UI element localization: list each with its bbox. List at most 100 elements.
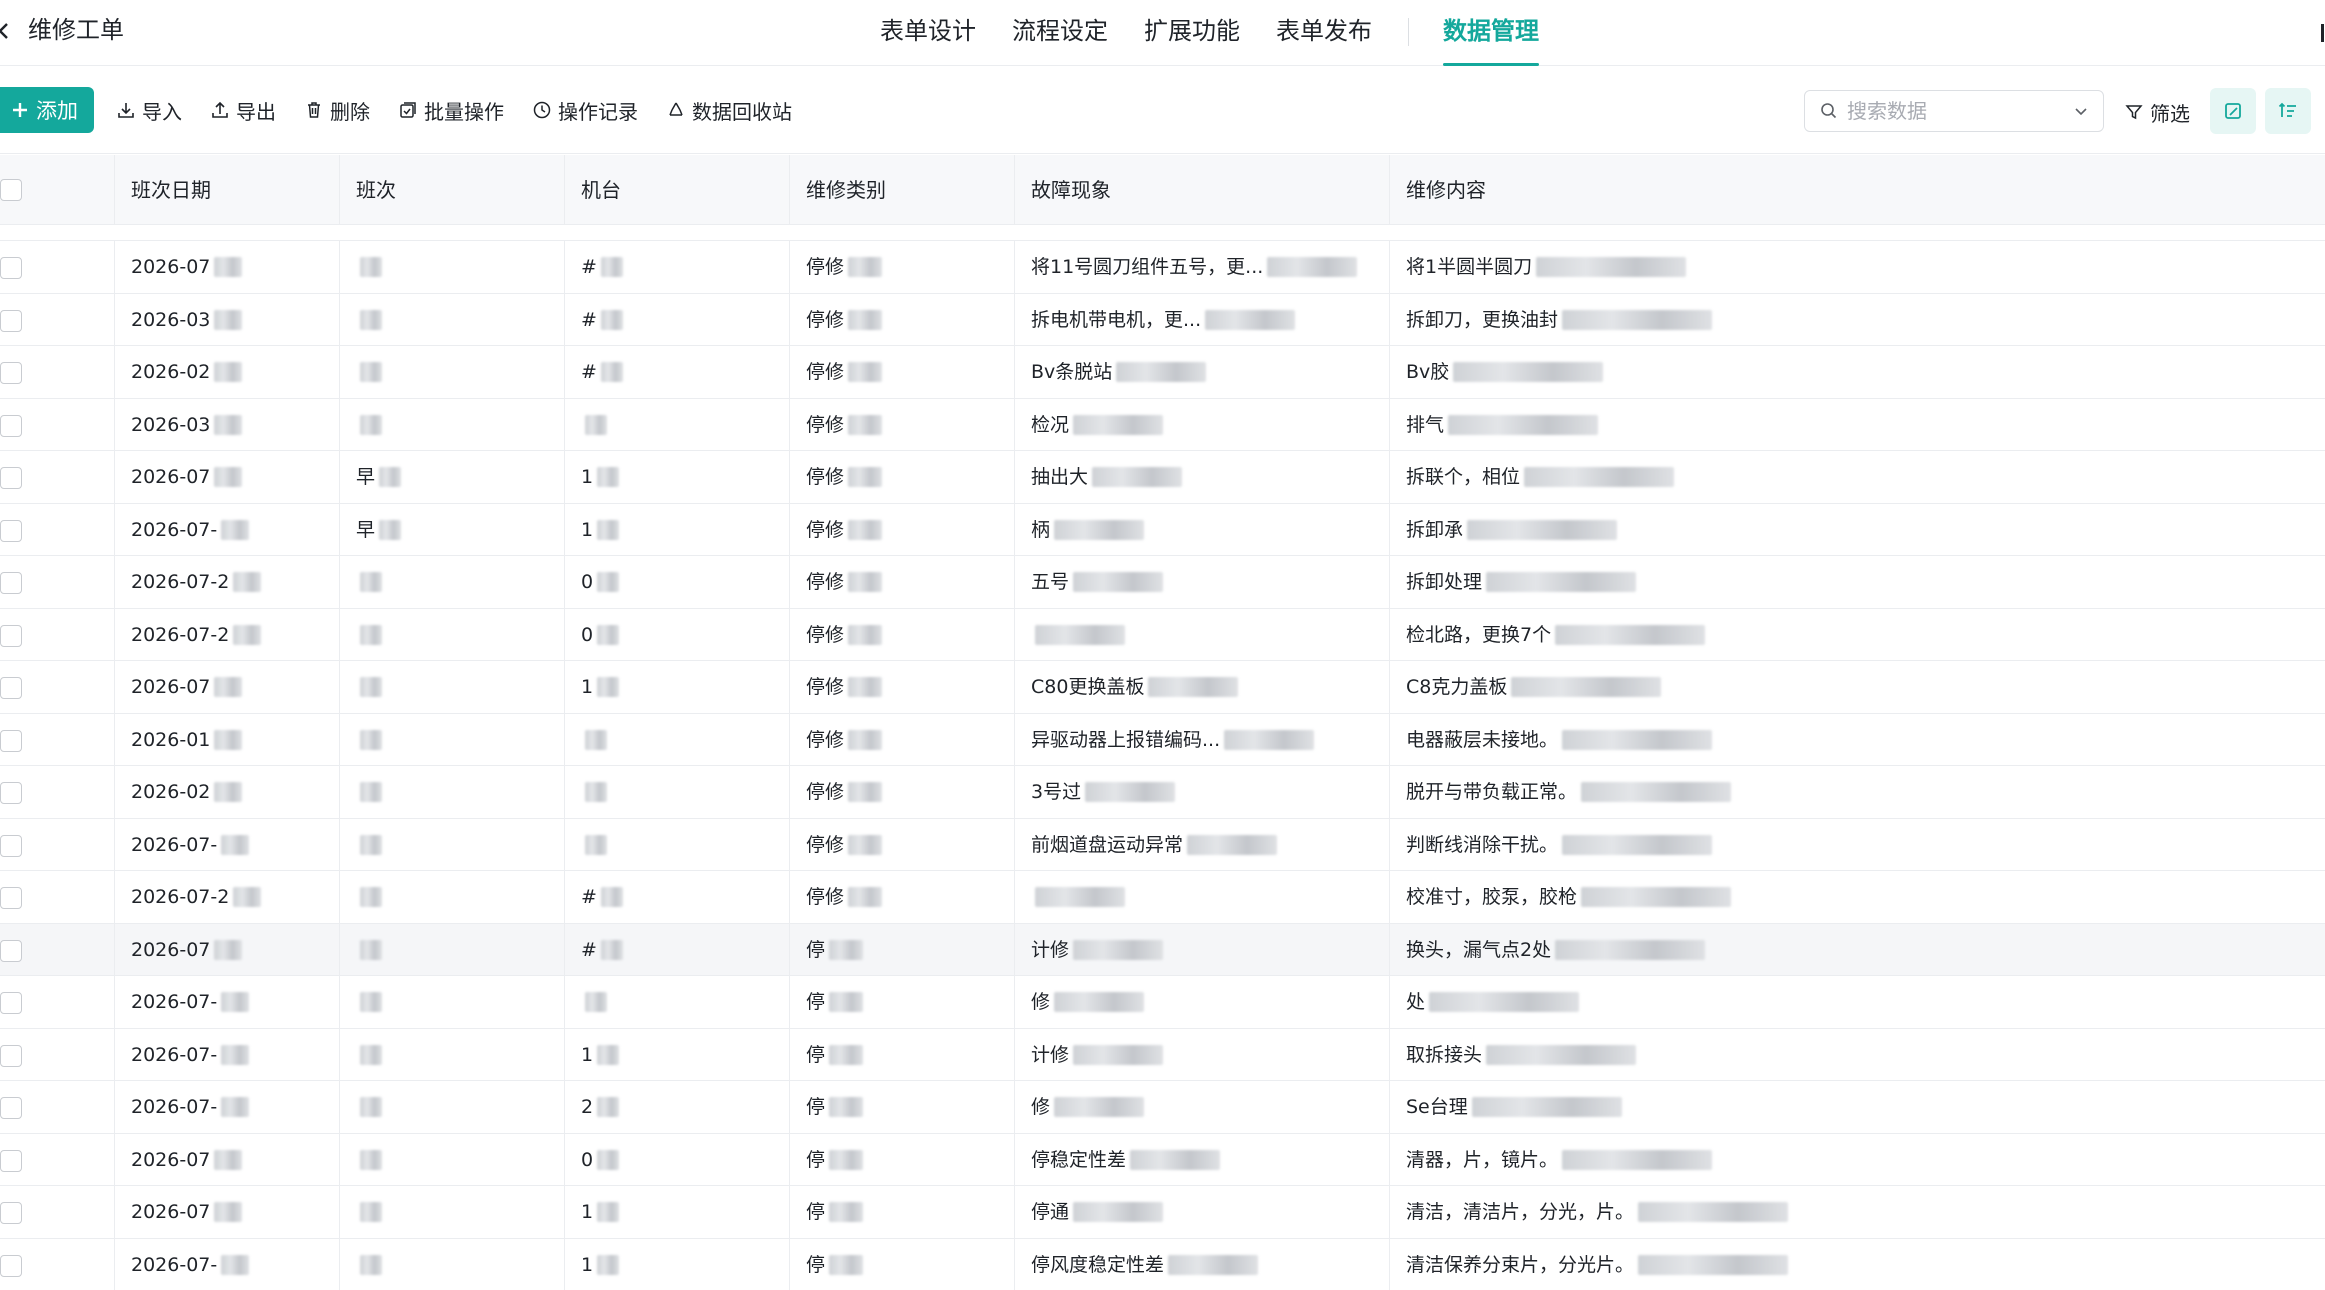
redaction-blur	[600, 887, 623, 907]
filter-button[interactable]: 筛选	[2124, 92, 2190, 132]
redaction-blur	[360, 572, 382, 592]
row-checkbox[interactable]	[0, 1254, 22, 1277]
table-row[interactable]: 2026-07 1 停 停通 清洁，清洁片，分光，片。	[0, 1186, 2325, 1239]
redaction-blur	[1486, 1044, 1637, 1065]
row-checkbox[interactable]	[0, 1044, 22, 1067]
row-checkbox[interactable]	[0, 834, 22, 857]
cell-content-text: Se台理	[1406, 1096, 1468, 1118]
tab-extensions[interactable]: 扩展功能	[1144, 0, 1240, 66]
cell-category-text: 停修	[806, 308, 845, 331]
table-row[interactable]: 2026-07-2 0 停修 五号 拆卸处理	[0, 556, 2325, 609]
table-row[interactable]: 2026-07 早 1 停修 抽出大 拆联个，相位	[0, 451, 2325, 504]
operation-log-button[interactable]: 操作记录	[532, 96, 638, 125]
table-row[interactable]: 2026-07 # 停修 将11号圆刀组件五号，更... 将1半圆半圆刀	[0, 241, 2325, 294]
redaction-blur	[597, 519, 620, 540]
row-index-cell	[36, 503, 115, 556]
table-row[interactable]: 2026-07- 停 修 处	[0, 976, 2325, 1029]
table-row[interactable]: 2026-07- 1 停 计修 取拆接头	[0, 1028, 2325, 1081]
row-checkbox[interactable]	[0, 572, 22, 594]
table-row[interactable]: 2026-07 # 停 计修 换头，漏气点2处	[0, 923, 2325, 976]
chevron-down-icon[interactable]	[2073, 103, 2089, 119]
redaction-blur	[848, 362, 883, 382]
row-checkbox[interactable]	[0, 1097, 22, 1119]
col-header-content[interactable]: 维修内容	[1390, 155, 2325, 225]
cell-date: 2026-02	[115, 766, 340, 818]
cell-fault: 五号	[1015, 556, 1390, 608]
redaction-blur	[1073, 414, 1164, 435]
sort-button[interactable]	[2265, 88, 2311, 134]
cell-fault-text: 修	[1031, 1096, 1051, 1118]
row-checkbox[interactable]	[0, 782, 22, 804]
row-checkbox[interactable]	[0, 939, 22, 962]
table-row[interactable]: 2026-02 停修 3号过 脱开与带负载正常。	[0, 766, 2325, 819]
recycle-bin-button[interactable]: 数据回收站	[666, 96, 792, 125]
redaction-blur	[848, 467, 883, 487]
col-header-fault[interactable]: 故障现象	[1015, 155, 1390, 225]
top-bar: 维修工单 表单设计 流程设定 扩展功能 表单发布 数据管理	[0, 0, 2325, 66]
search-input[interactable]	[1847, 99, 2047, 123]
table-row[interactable]: 2026-03 停修 检况 排气	[0, 398, 2325, 451]
tab-publish[interactable]: 表单发布	[1276, 0, 1372, 66]
row-checkbox[interactable]	[0, 887, 22, 909]
tab-form-design[interactable]: 表单设计	[880, 0, 976, 66]
cell-category-text: 停	[806, 991, 826, 1013]
table-row[interactable]: 2026-07- 停修 前烟道盘运动异常 判断线消除干扰。	[0, 818, 2325, 871]
cell-category: 停	[790, 1186, 1015, 1238]
delete-button[interactable]: 删除	[304, 96, 370, 125]
search-box[interactable]	[1804, 90, 2104, 132]
redaction-blur	[360, 782, 382, 802]
table-row[interactable]: 2026-02 # 停修 Bv条脱站 Bv胶	[0, 346, 2325, 399]
row-checkbox[interactable]	[0, 992, 22, 1014]
row-checkbox[interactable]	[0, 1202, 22, 1224]
cell-content-text: 拆联个，相位	[1406, 466, 1521, 488]
table-row[interactable]: 2026-07-2 # 停修 校准寸，胶泵，胶枪	[0, 871, 2325, 924]
row-checkbox[interactable]	[0, 677, 22, 699]
row-checkbox[interactable]	[0, 414, 22, 437]
view-card-button[interactable]	[2210, 88, 2256, 134]
cell-machine-text: 1	[581, 1253, 594, 1276]
export-button[interactable]: 导出	[210, 96, 276, 125]
import-button[interactable]: 导入	[116, 96, 182, 125]
table-row[interactable]: 2026-07- 2 停 修 Se台理	[0, 1081, 2325, 1134]
cell-shift	[340, 1081, 565, 1133]
cell-content: 拆卸承	[1390, 504, 2325, 556]
col-header-shift[interactable]: 班次	[340, 155, 565, 225]
cell-category-text: 停修	[806, 518, 845, 541]
cell-machine: #	[565, 346, 790, 398]
cell-date: 2026-07-	[115, 1028, 340, 1081]
row-checkbox[interactable]	[0, 467, 22, 489]
cell-fault: 将11号圆刀组件五号，更...	[1015, 241, 1390, 293]
table-row[interactable]: 2026-07 1 停修 C80更换盖板 C8克力盖板	[0, 661, 2325, 714]
table-row[interactable]: 2026-07-2 0 停修 检北路，更换7个	[0, 608, 2325, 661]
row-checkbox[interactable]	[0, 729, 22, 752]
select-all-checkbox[interactable]	[0, 179, 22, 201]
row-checkbox[interactable]	[0, 1149, 22, 1172]
table-row[interactable]: 2026-01 停修 异驱动器上报错编码... 电器蔽层未接地。	[0, 713, 2325, 766]
more-icon[interactable]	[2319, 18, 2325, 48]
row-checkbox[interactable]	[0, 624, 22, 647]
row-checkbox[interactable]	[0, 257, 22, 279]
table-row[interactable]: 2026-07- 早 1 停修 柄 拆卸承	[0, 503, 2325, 556]
col-header-date[interactable]: 班次日期	[115, 155, 340, 225]
plus-icon	[13, 103, 27, 117]
redaction-blur	[600, 939, 623, 960]
tab-workflow[interactable]: 流程设定	[1012, 0, 1108, 66]
batch-operation-button[interactable]: 批量操作	[398, 96, 504, 125]
table-row[interactable]: 2026-07- 1 停 停风度稳定性差 清洁保养分束片，分光片。	[0, 1238, 2325, 1290]
cell-fault: 停稳定性差	[1015, 1133, 1390, 1186]
tab-data-management[interactable]: 数据管理	[1443, 0, 1539, 66]
col-header-category[interactable]: 维修类别	[790, 155, 1015, 225]
cell-date: 2026-07-	[115, 818, 340, 871]
row-checkbox[interactable]	[0, 362, 22, 384]
chevron-left-icon[interactable]	[0, 16, 10, 46]
row-checkbox[interactable]	[0, 309, 22, 332]
table-row[interactable]: 2026-07 0 停 停稳定性差 清器，片，镜片。	[0, 1133, 2325, 1186]
row-checkbox[interactable]	[0, 519, 22, 542]
table-row[interactable]: 2026-03 # 停修 拆电机带电机，更... 拆卸刀，更换油封	[0, 293, 2325, 346]
col-header-machine[interactable]: 机台	[565, 155, 790, 225]
cell-machine	[565, 976, 790, 1028]
row-index-cell	[36, 241, 115, 293]
add-button[interactable]: 添加	[0, 87, 94, 133]
cell-category: 停	[790, 976, 1015, 1028]
cell-category-text: 停修	[806, 728, 845, 751]
